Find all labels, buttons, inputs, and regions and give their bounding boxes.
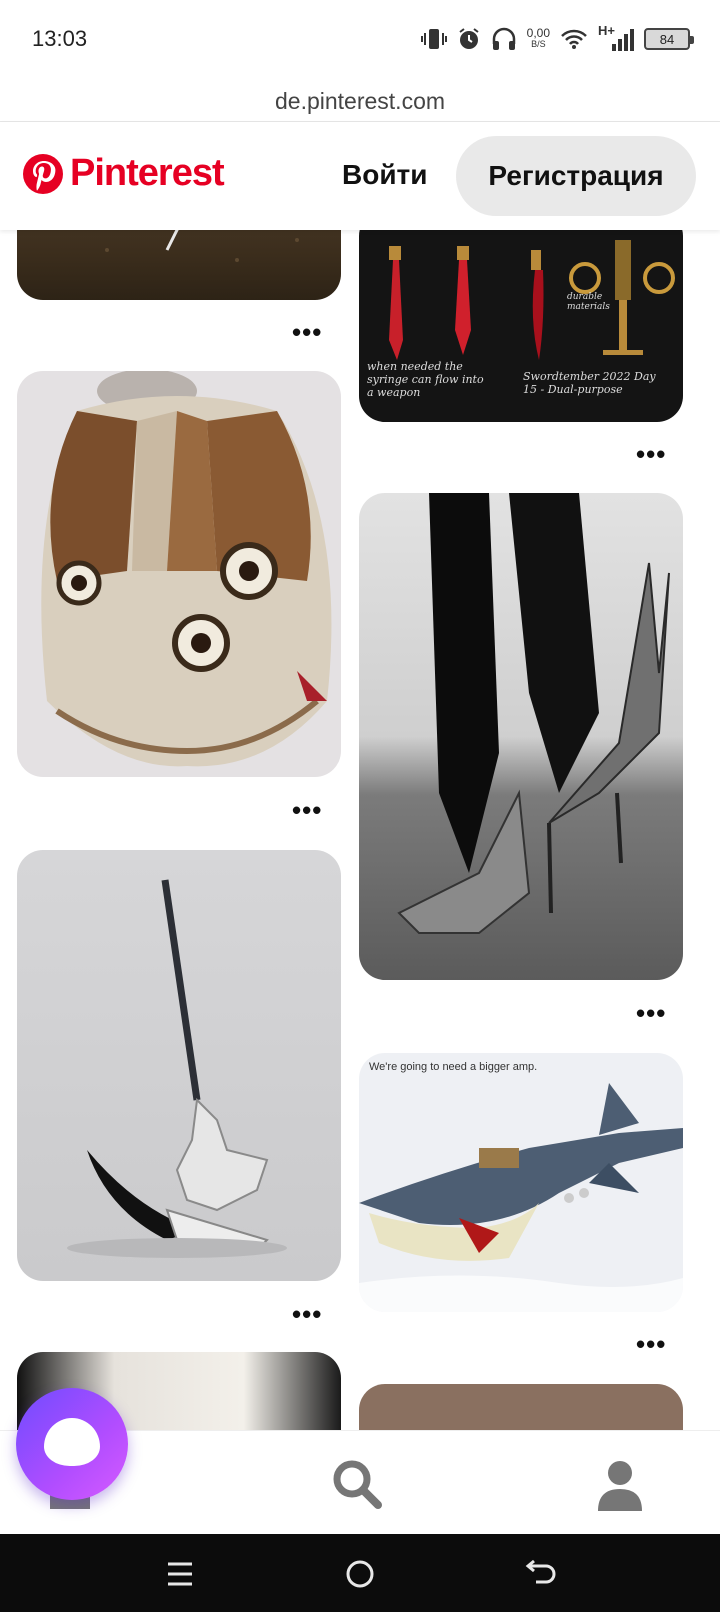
pin-card[interactable]: [17, 850, 341, 1281]
pinterest-logo-icon: [23, 153, 63, 194]
sys-back-button[interactable]: [520, 1554, 560, 1594]
pin-card[interactable]: when needed the syringe can flow into a …: [359, 230, 683, 422]
signal-icon: [612, 29, 634, 51]
pin-caption-right: Swordtember 2022 Day 15 - Dual-purpose: [523, 370, 656, 396]
nav-profile[interactable]: [590, 1455, 650, 1515]
pin-image-scythe: [67, 879, 287, 1258]
wifi-icon: [561, 29, 587, 49]
status-time: 13:03: [32, 26, 88, 51]
pin-more-button[interactable]: •••: [292, 319, 322, 345]
brand-name: Pinterest: [70, 152, 225, 194]
pin-more-button[interactable]: •••: [636, 441, 666, 467]
network-speed: 0,00 B/S: [526, 26, 550, 49]
pin-card[interactable]: We're going to need a bigger amp.: [359, 1053, 683, 1312]
pin-card[interactable]: [17, 230, 341, 300]
pin-feed: ••• when needed the syringe can flow int…: [0, 230, 720, 1430]
login-button[interactable]: Войти: [326, 150, 443, 200]
pin-card[interactable]: [359, 493, 683, 980]
menu-icon: [168, 1562, 192, 1586]
pin-image-ground: [105, 230, 299, 262]
pin-more-button[interactable]: •••: [636, 1331, 666, 1357]
pin-image-moth-cloak: [41, 371, 332, 767]
search-icon: [333, 1460, 382, 1509]
status-icons: 0,00 B/S H+ 84: [420, 23, 694, 54]
battery-indicator: 84: [644, 28, 694, 50]
nav-search[interactable]: [328, 1455, 388, 1515]
pin-more-button[interactable]: •••: [292, 1301, 322, 1327]
assistant-icon: [44, 1418, 100, 1466]
vibrate-icon: [420, 29, 447, 49]
pin-card[interactable]: [359, 1384, 683, 1430]
alarm-icon: [459, 28, 479, 49]
signup-button[interactable]: Регистрация: [456, 136, 696, 216]
pin-caption-note: durable materials: [567, 292, 610, 312]
pin-more-button[interactable]: •••: [636, 1000, 666, 1026]
system-navigation: [0, 1534, 720, 1612]
pin-caption-left: when needed the syringe can flow into a …: [367, 360, 484, 399]
status-bar: 13:03 0,00 B/S H+ 84: [0, 0, 720, 80]
circle-home-icon: [346, 1560, 374, 1588]
headphones-icon: [492, 27, 515, 50]
pin-image-heels: [397, 493, 670, 934]
profile-icon: [598, 1461, 642, 1511]
pin-image-shark-guitar: [359, 1083, 683, 1312]
sys-home-button[interactable]: [340, 1554, 380, 1594]
site-header: Pinterest Войти Регистрация: [0, 122, 720, 230]
assistant-button[interactable]: [16, 1388, 128, 1500]
signal-indicator: H+: [598, 23, 634, 52]
pin-caption-shark: We're going to need a bigger amp.: [369, 1061, 538, 1073]
sys-menu-button[interactable]: [160, 1554, 200, 1594]
pin-more-button[interactable]: •••: [292, 797, 322, 823]
url-bar[interactable]: de.pinterest.com: [0, 80, 720, 122]
back-icon: [525, 1559, 556, 1584]
pin-card[interactable]: [17, 371, 341, 777]
pinterest-logo[interactable]: Pinterest: [22, 152, 225, 195]
